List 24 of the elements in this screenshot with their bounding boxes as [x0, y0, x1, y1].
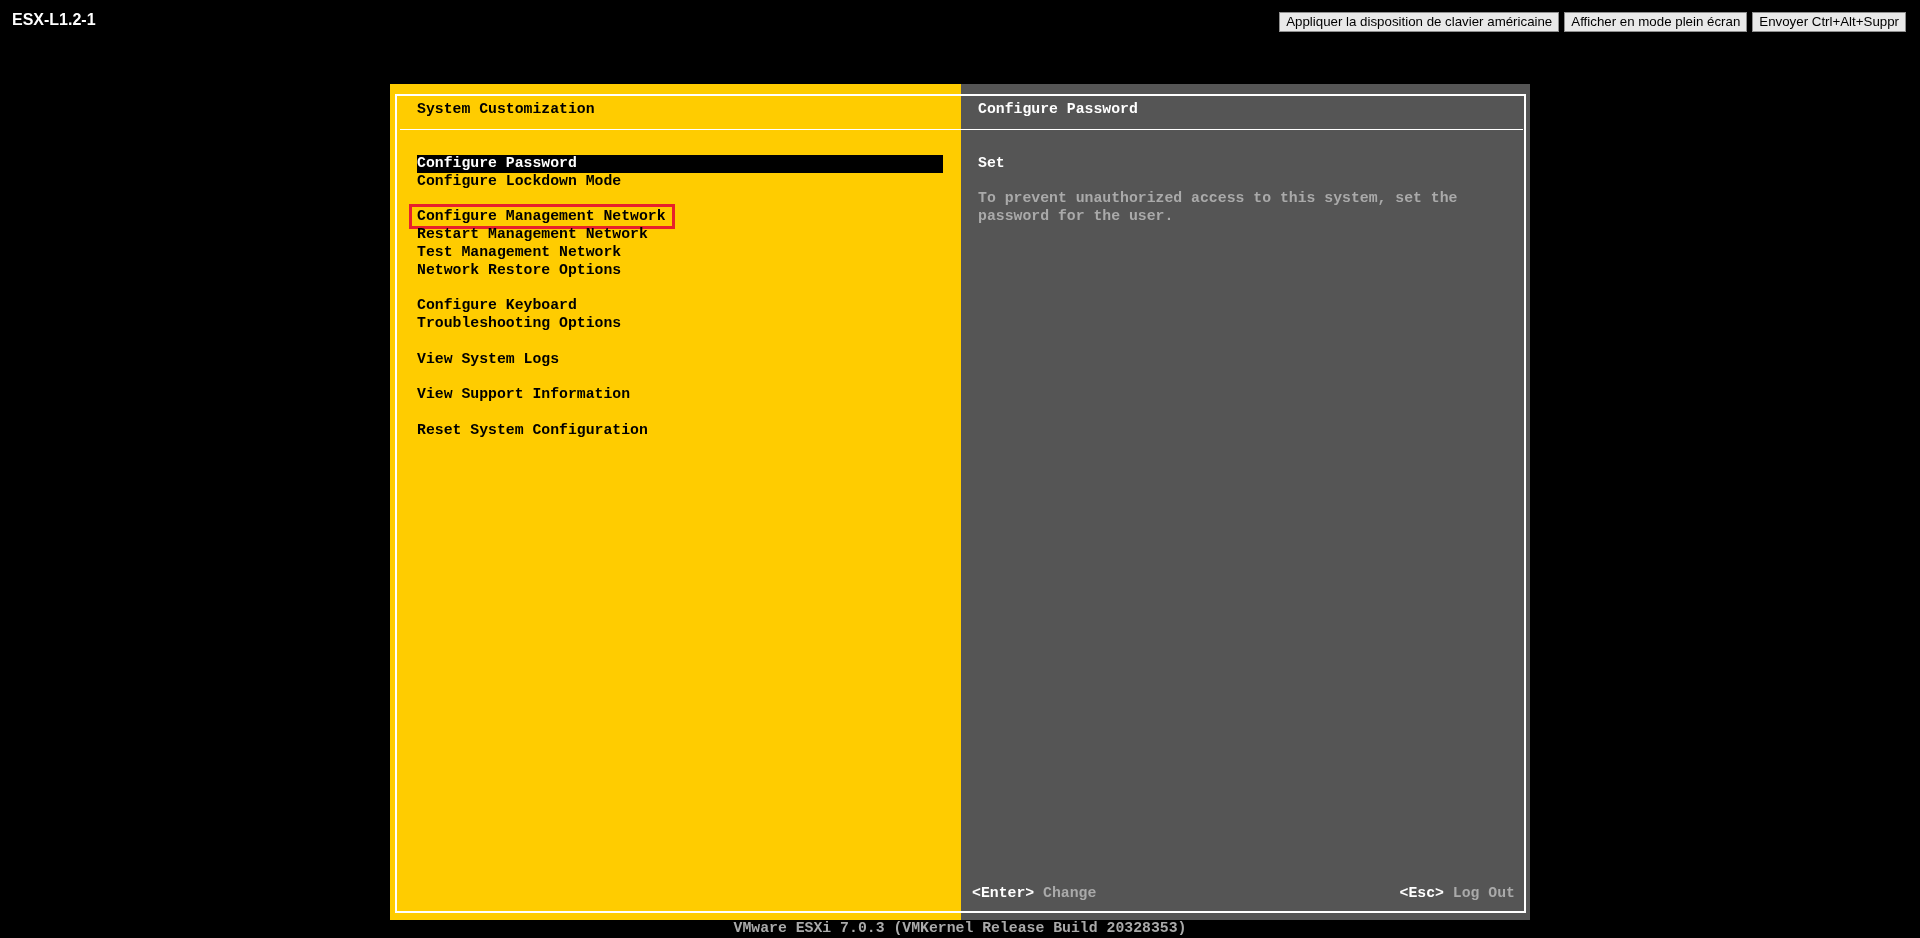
description-text: To prevent unauthorized access to this system, set the password for the user. [978, 190, 1459, 226]
menu-item[interactable]: Test Management Network [417, 243, 622, 262]
menu-item[interactable]: Reset System Configuration [417, 421, 648, 440]
panel-title: Configure Password [978, 101, 1138, 119]
toolbar-button[interactable]: Envoyer Ctrl+Alt+Suppr [1752, 12, 1906, 32]
menu-item[interactable]: Configure Lockdown Mode [417, 172, 622, 191]
panel-title: System Customization [417, 101, 595, 119]
menu-item[interactable]: Configure Management Network [417, 208, 666, 226]
menu-item[interactable]: Restart Management Network [417, 226, 648, 244]
action-label: Log Out [1452, 885, 1515, 903]
toolbar-button[interactable]: Afficher en mode plein écran [1564, 12, 1748, 32]
menu-item[interactable]: Configure Password [417, 154, 943, 173]
status-line: VMware ESXi 7.0.3 (VMKernel Release Build 20328353) [733, 920, 1187, 938]
toolbar-button[interactable]: Appliquer la disposition de clavier américaine [1279, 12, 1560, 32]
key-label: <Enter> [972, 885, 1035, 903]
menu-item[interactable]: Network Restore Options [417, 261, 622, 280]
menu-item[interactable]: Configure Keyboard [417, 297, 577, 315]
menu-item[interactable]: View System Logs [417, 350, 560, 369]
window-title: ESX-L1.2-1 [12, 11, 96, 29]
key-label: <Esc> [1399, 885, 1444, 903]
menu-item[interactable]: Troubleshooting Options [417, 314, 622, 333]
menu-item[interactable]: View Support Information [417, 386, 631, 404]
status-value: Set [978, 154, 1005, 173]
action-label: Change [1043, 885, 1097, 903]
